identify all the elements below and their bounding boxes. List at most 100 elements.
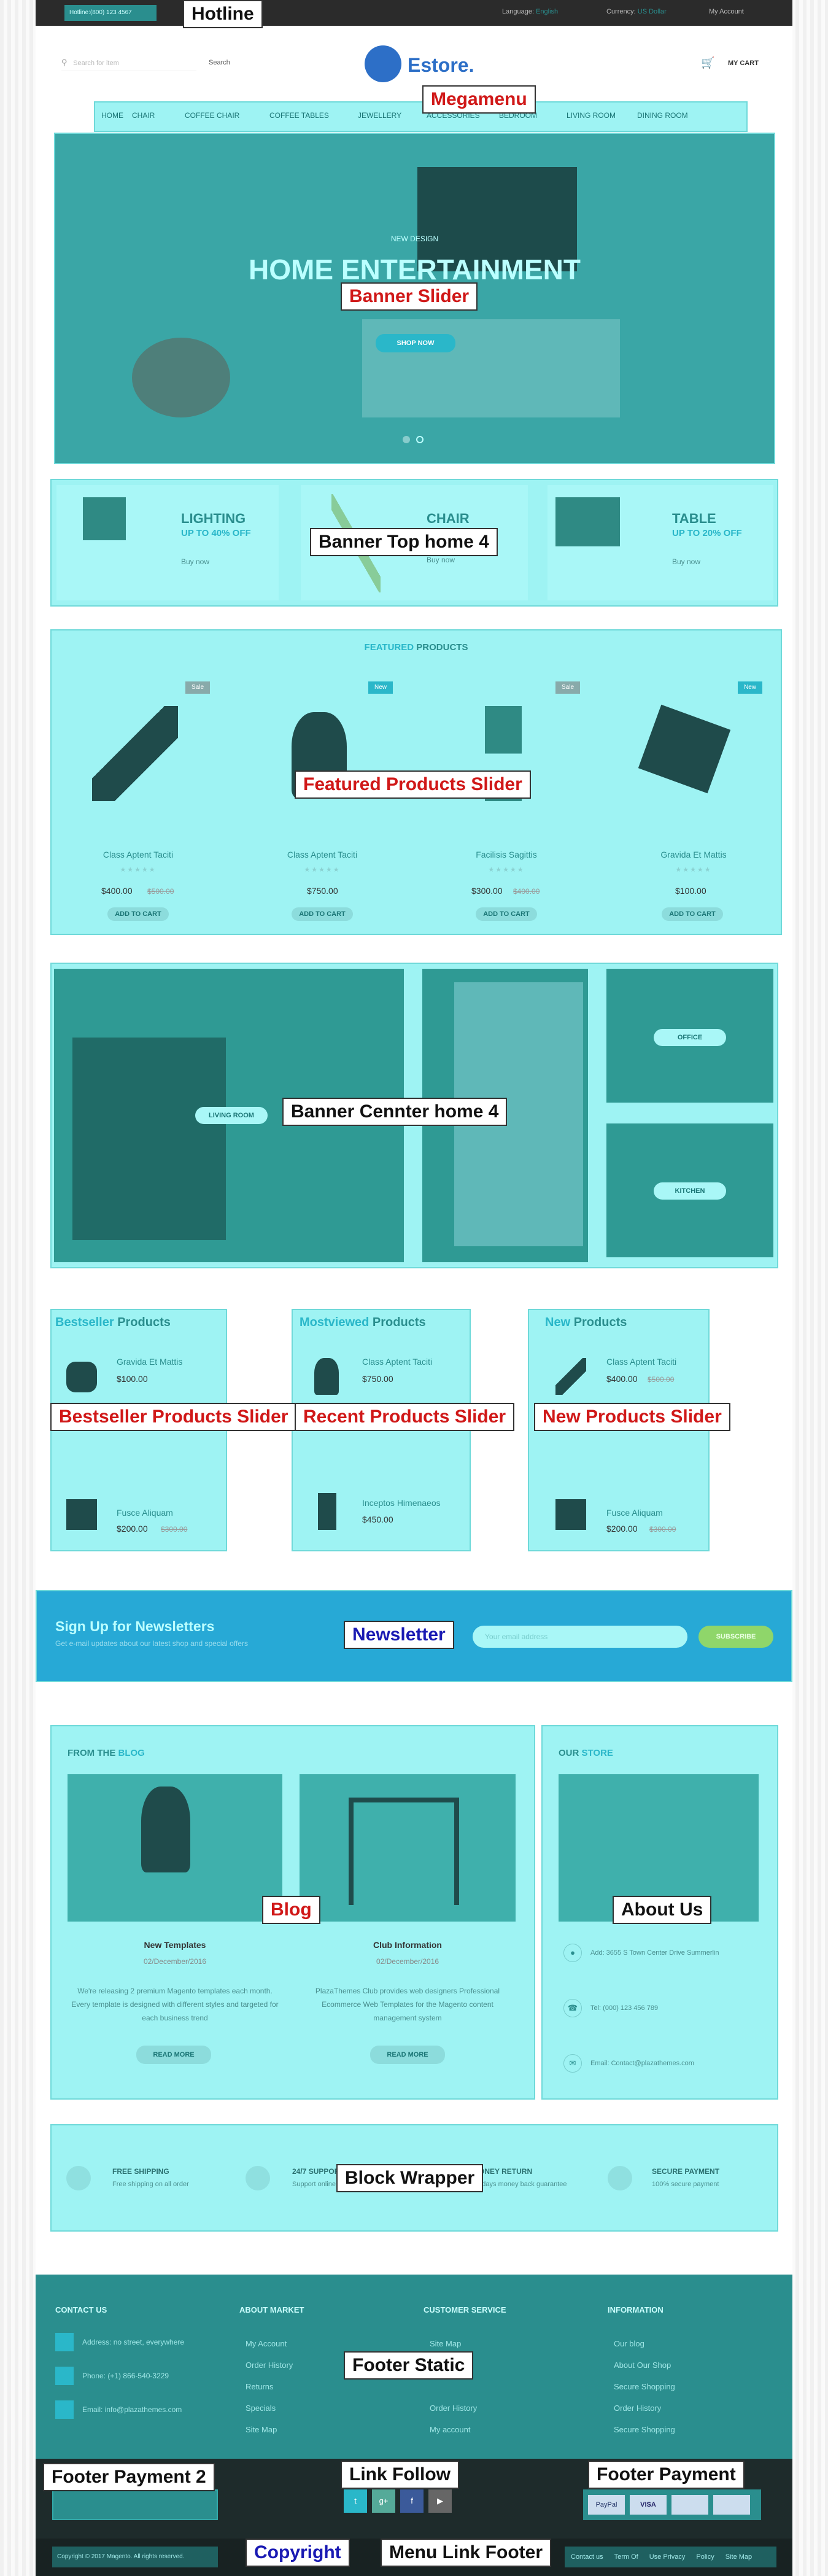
- product-thumb[interactable]: [314, 1358, 339, 1395]
- promo-lighting-link[interactable]: Buy now: [181, 557, 209, 566]
- banner-pouf: [132, 338, 230, 417]
- read-more-button[interactable]: READ MORE: [136, 2046, 211, 2064]
- banner-small-title: NEW DESIGN: [390, 235, 439, 243]
- product-thumb[interactable]: [555, 1499, 586, 1530]
- search-input[interactable]: Search for item: [73, 60, 119, 67]
- visa-logo: VISA: [630, 2495, 667, 2515]
- product-name[interactable]: Inceptos Himenaeos: [362, 1498, 441, 1508]
- cart-label[interactable]: MY CART: [728, 60, 759, 67]
- youtube-icon[interactable]: ▶: [428, 2489, 452, 2513]
- promo-table-link[interactable]: Buy now: [672, 557, 700, 566]
- callout-footer-payment: Footer Payment: [588, 2461, 745, 2489]
- add-to-cart-button[interactable]: ADD TO CART: [292, 907, 353, 921]
- link-follow: t g+ f ▶: [344, 2489, 452, 2513]
- footer-link[interactable]: Our blog: [614, 2333, 675, 2354]
- footer-link[interactable]: About Our Shop: [614, 2354, 675, 2376]
- product-price: $100.00: [117, 1374, 148, 1384]
- my-account-link[interactable]: My Account: [709, 8, 744, 15]
- new-products-title: New Products: [545, 1316, 627, 1329]
- read-more-button[interactable]: READ MORE: [370, 2046, 445, 2064]
- subscribe-button[interactable]: SUBSCRIBE: [698, 1626, 773, 1648]
- newsletter-email-input[interactable]: Your email address: [473, 1626, 687, 1648]
- google-plus-icon[interactable]: g+: [372, 2489, 395, 2513]
- menu-item-coffee-tables[interactable]: COFFEE TABLES: [269, 111, 358, 120]
- product-thumb[interactable]: [555, 1358, 586, 1395]
- logo-icon[interactable]: [365, 45, 401, 82]
- footer-menu-link[interactable]: Contact us: [571, 2553, 603, 2561]
- featured-title: FEATURED PRODUCTS: [364, 642, 468, 653]
- menu-item-home[interactable]: HOME: [101, 111, 132, 120]
- product-name[interactable]: Fusce Aliquam: [117, 1508, 173, 1518]
- menu-item-jewellery[interactable]: JEWELLERY: [358, 111, 427, 120]
- footer-link[interactable]: Order History: [430, 2397, 477, 2419]
- footer-link[interactable]: Specials: [246, 2397, 293, 2419]
- rating-stars: ★★★★★: [120, 866, 157, 874]
- blog-post-title[interactable]: New Templates: [68, 1940, 282, 1950]
- footer-link[interactable]: Order History: [246, 2354, 293, 2376]
- footer-email[interactable]: Email: info@plazathemes.com: [82, 2405, 182, 2414]
- promo-table-title: TABLE: [672, 511, 716, 526]
- product-name[interactable]: Gravida Et Mattis: [117, 1357, 182, 1367]
- footer-link[interactable]: My Account: [246, 2333, 293, 2354]
- slider-dot-2[interactable]: [416, 436, 424, 443]
- megamenu-items: HOME CHAIR COFFEE CHAIR COFFEE TABLES JE…: [101, 111, 705, 120]
- callout-megamenu: Megamenu: [422, 85, 536, 114]
- store-tel: Tel: (000) 123 456 789: [590, 2004, 659, 2012]
- logo-text[interactable]: Estore.: [408, 54, 474, 77]
- shop-now-button[interactable]: SHOP NOW: [376, 334, 455, 352]
- footer-link[interactable]: Secure Shopping: [614, 2376, 675, 2397]
- callout-bestseller: Bestseller Products Slider: [50, 1403, 297, 1431]
- add-to-cart-button[interactable]: ADD TO CART: [107, 907, 169, 921]
- menu-item-dining-room[interactable]: DINING ROOM: [637, 111, 705, 120]
- secure-payment-icon: [608, 2166, 632, 2190]
- card-logo: [671, 2495, 708, 2515]
- callout-featured: Featured Products Slider: [295, 770, 531, 799]
- footer-menu-link[interactable]: Term Of: [614, 2553, 638, 2561]
- footer-menu-link[interactable]: Policy: [696, 2553, 714, 2561]
- footer-link[interactable]: My account: [430, 2419, 477, 2440]
- product-name[interactable]: Class Aptent Taciti: [606, 1357, 676, 1367]
- kitchen-button[interactable]: KITCHEN: [654, 1182, 726, 1200]
- product-thumb[interactable]: [318, 1493, 336, 1530]
- paypal-logo: PayPal: [588, 2495, 625, 2515]
- footer-menu-link[interactable]: Use Privacy: [649, 2553, 686, 2561]
- add-to-cart-button[interactable]: ADD TO CART: [476, 907, 537, 921]
- product-thumb[interactable]: [66, 1499, 97, 1530]
- menu-item-living-room[interactable]: LIVING ROOM: [567, 111, 637, 120]
- promo-chair-link[interactable]: Buy now: [427, 556, 455, 564]
- product-name[interactable]: Class Aptent Taciti: [362, 1357, 432, 1367]
- menu-item-coffee-chair[interactable]: COFFEE CHAIR: [185, 111, 269, 120]
- blog-post-title[interactable]: Club Information: [300, 1940, 516, 1950]
- product-name[interactable]: Facilisis Sagittis: [460, 850, 552, 859]
- add-to-cart-button[interactable]: ADD TO CART: [662, 907, 723, 921]
- search-button[interactable]: Search: [209, 59, 230, 66]
- product-name[interactable]: Fusce Aliquam: [606, 1508, 663, 1518]
- callout-footer-payment-2: Footer Payment 2: [43, 2463, 215, 2491]
- location-icon: ●: [563, 1944, 582, 1962]
- currency-switcher[interactable]: Currency: US Dollar: [606, 8, 667, 15]
- language-switcher[interactable]: Language: English: [502, 8, 558, 15]
- product-thumb[interactable]: [66, 1362, 97, 1392]
- office-button[interactable]: OFFICE: [654, 1029, 726, 1046]
- store-address: Add: 3655 S Town Center Drive Summerlin: [590, 1949, 719, 1957]
- hotline[interactable]: Hotline:(800) 123 4567: [64, 5, 157, 21]
- cart-icon[interactable]: 🛒: [701, 56, 714, 69]
- twitter-icon[interactable]: t: [344, 2489, 367, 2513]
- product-image[interactable]: [92, 706, 178, 801]
- footer-payment: PayPal VISA: [583, 2489, 761, 2520]
- store-email[interactable]: Email: Contact@plazathemes.com: [590, 2060, 694, 2067]
- facebook-icon[interactable]: f: [400, 2489, 424, 2513]
- product-name[interactable]: Gravida Et Mattis: [648, 850, 740, 859]
- product-name[interactable]: Class Aptent Taciti: [276, 850, 368, 859]
- footer-link[interactable]: Site Map: [246, 2419, 293, 2440]
- email-icon: ✉: [563, 2054, 582, 2073]
- slider-dot-1[interactable]: [403, 436, 410, 443]
- footer-link[interactable]: Order History: [614, 2397, 675, 2419]
- living-room-button[interactable]: LIVING ROOM: [195, 1107, 268, 1124]
- footer-link[interactable]: Secure Shopping: [614, 2419, 675, 2440]
- product-name[interactable]: Class Aptent Taciti: [92, 850, 184, 859]
- menu-item-chair[interactable]: CHAIR: [132, 111, 185, 120]
- footer-link[interactable]: Returns: [246, 2376, 293, 2397]
- footer-menu-link[interactable]: Site Map: [725, 2553, 752, 2561]
- bestseller-title: Bestseller Products: [55, 1316, 171, 1329]
